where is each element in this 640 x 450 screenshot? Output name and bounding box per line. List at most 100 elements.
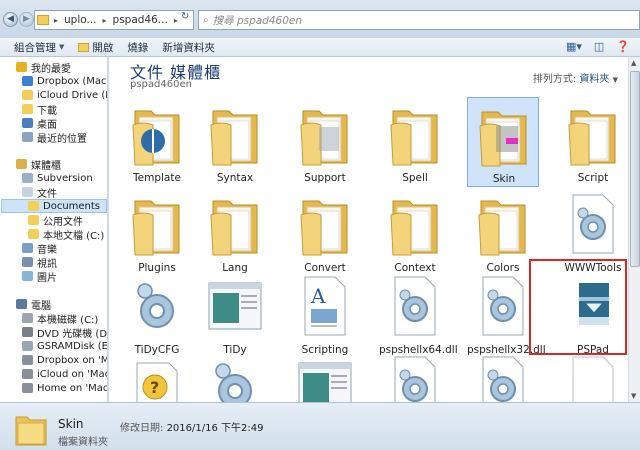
crumb-separator-icon: ▸ [102, 15, 107, 25]
file-item-label: Syntax [216, 172, 254, 184]
scroll-up-icon[interactable]: ▲ [631, 59, 636, 67]
modified-label: 修改日期: [120, 423, 164, 434]
svg-text:?: ? [150, 378, 159, 397]
crumb-uploads[interactable]: uplo... [61, 14, 100, 26]
arrange-by-control[interactable]: 排列方式: 資料夾 ▼ [533, 70, 618, 85]
file-item-pspshellx64-dll[interactable]: pspshellx64.dll [379, 269, 458, 359]
file-item-context[interactable]: Context [379, 187, 451, 277]
nav-item-public-docs[interactable]: 公用文件 [28, 213, 83, 228]
nav-item-icloud[interactable]: iCloud Drive (Mac [22, 88, 107, 102]
file-item-file[interactable] [379, 349, 451, 402]
open-button[interactable]: 開啟 [78, 40, 113, 55]
nav-item-music[interactable]: 音樂 [22, 241, 57, 256]
crumb-pspad[interactable]: pspad46... [110, 14, 171, 26]
nav-item-label: 音樂 [37, 244, 57, 256]
breadcrumb[interactable]: ▸ uplo... ▸ pspad46... ▸ [34, 10, 194, 30]
music-icon [22, 243, 33, 253]
dropbox-icon [22, 76, 33, 86]
nav-item-label: 圖片 [37, 272, 57, 284]
burn-button[interactable]: 燒錄 [127, 40, 148, 55]
vertical-scrollbar[interactable]: ▲ ▼ [628, 57, 640, 402]
nav-item-documents[interactable]: Documents [1, 199, 107, 213]
file-item-label: Skin [492, 173, 516, 185]
nav-favorites[interactable]: 我的最愛 [16, 60, 71, 75]
help-icon[interactable]: ❓ [616, 40, 630, 53]
nav-item-local-docs[interactable]: 本地文檔 (C:) [28, 227, 105, 242]
nav-computer[interactable]: 電腦 [16, 297, 51, 312]
file-item-support[interactable]: Support [289, 97, 361, 187]
nav-item-documents-lib[interactable]: 文件 [22, 185, 57, 200]
file-item-syntax[interactable]: Syntax [199, 97, 271, 187]
folder-icon [129, 101, 185, 167]
drive-icon [22, 341, 33, 351]
desktop-icon [22, 118, 33, 128]
file-item-lang[interactable]: Lang [199, 187, 271, 277]
file-item-file[interactable]: ? [121, 349, 193, 402]
gear-file-icon [387, 353, 443, 402]
file-item-skin[interactable]: Skin [467, 97, 539, 187]
file-item-file[interactable] [557, 349, 628, 402]
gear-icon [207, 353, 263, 402]
nav-item-label: Dropbox (Mac) [37, 75, 108, 87]
nav-item-label: Subversion [37, 172, 93, 184]
search-icon: ⌕ [203, 14, 209, 26]
view-options-icon[interactable]: ▦▾ [566, 40, 582, 53]
nav-libraries[interactable]: 媒體櫃 [16, 157, 61, 172]
nav-item-desktop[interactable]: 桌面 [22, 116, 57, 131]
new-folder-button[interactable]: 新增資料夾 [162, 40, 215, 55]
file-item-colors[interactable]: Colors [467, 187, 539, 277]
forward-button[interactable]: ▶ [19, 12, 34, 27]
gear-file-icon [565, 191, 621, 257]
nav-item-dropbox-mac[interactable]: Dropbox on 'Mac' [22, 353, 107, 367]
svg-text:A: A [310, 284, 326, 308]
file-item-convert[interactable]: Convert [289, 187, 361, 277]
arrange-value[interactable]: 資料夾 [579, 74, 609, 85]
search-placeholder: 搜尋 pspad460en [212, 14, 303, 27]
recent-places-icon [22, 132, 33, 142]
crumb-more-icon[interactable]: ▸ [171, 16, 181, 25]
file-item-file[interactable] [467, 349, 539, 402]
file-item-spell[interactable]: Spell [379, 97, 451, 187]
preview-pane-icon[interactable]: ◫ [594, 40, 604, 53]
new-folder-label: 新增資料夾 [162, 41, 215, 54]
file-item-plugins[interactable]: Plugins [121, 187, 193, 277]
nav-item-label: 桌面 [37, 119, 57, 131]
file-list-pane: 文件 媒體櫃 pspad460en 排列方式: 資料夾 ▼ Template Sy… [109, 57, 628, 402]
nav-item-icloud-mac[interactable]: iCloud on 'Mac' ( [22, 367, 107, 381]
file-item-pspad[interactable]: PSPad [557, 269, 628, 359]
nav-item-subversion[interactable]: Subversion [22, 171, 93, 185]
file-item-scripting[interactable]: A Scripting [289, 269, 361, 359]
star-icon [16, 62, 27, 72]
refresh-icon[interactable]: ↻ [181, 11, 189, 22]
file-item-script[interactable]: Script [557, 97, 628, 187]
folder-icon [22, 90, 33, 100]
file-item-tidy[interactable]: TiDy [199, 269, 271, 359]
nav-item-videos[interactable]: 視訊 [22, 255, 57, 270]
nav-item-label: iCloud on 'Mac' ( [37, 368, 107, 380]
file-item-pspshellx32-dll[interactable]: pspshellx32.dll [467, 269, 546, 359]
file-item-tidycfg[interactable]: TiDyCFG [121, 269, 193, 359]
nav-item-dvd[interactable]: DVD 光碟機 (D:) P [22, 325, 107, 340]
scroll-down-icon[interactable]: ▼ [631, 392, 636, 400]
file-item-file[interactable] [289, 349, 361, 402]
folder-icon [37, 15, 49, 25]
file-item-file[interactable] [199, 349, 271, 402]
open-label: 開啟 [92, 41, 114, 54]
nav-item-recent[interactable]: 最近的位置 [22, 130, 87, 145]
network-drive-icon [22, 355, 33, 365]
nav-item-dropbox[interactable]: Dropbox (Mac) [22, 74, 108, 88]
gear-file-icon [475, 353, 531, 402]
file-item-template[interactable]: Template [121, 97, 193, 187]
nav-item-drive-c[interactable]: 本機磁碟 (C:) [22, 311, 98, 326]
nav-item-home-mac[interactable]: Home on 'Mac' (Z [22, 381, 107, 395]
back-button[interactable]: ◀ [3, 12, 18, 27]
scroll-thumb[interactable] [630, 71, 640, 267]
file-item-wwwtools[interactable]: WWWTools [557, 187, 628, 277]
organize-button[interactable]: 組合管理 ▼ [14, 40, 64, 55]
nav-item-downloads[interactable]: 下載 [22, 102, 57, 117]
search-input[interactable]: ⌕ 搜尋 pspad460en [198, 10, 640, 30]
nav-item-pictures[interactable]: 圖片 [22, 269, 57, 284]
nav-item-ramdisk[interactable]: GSRAMDisk (E:) [22, 339, 107, 353]
nav-item-label: 本地文檔 (C:) [43, 230, 105, 242]
file-item-label: Template [133, 172, 181, 184]
